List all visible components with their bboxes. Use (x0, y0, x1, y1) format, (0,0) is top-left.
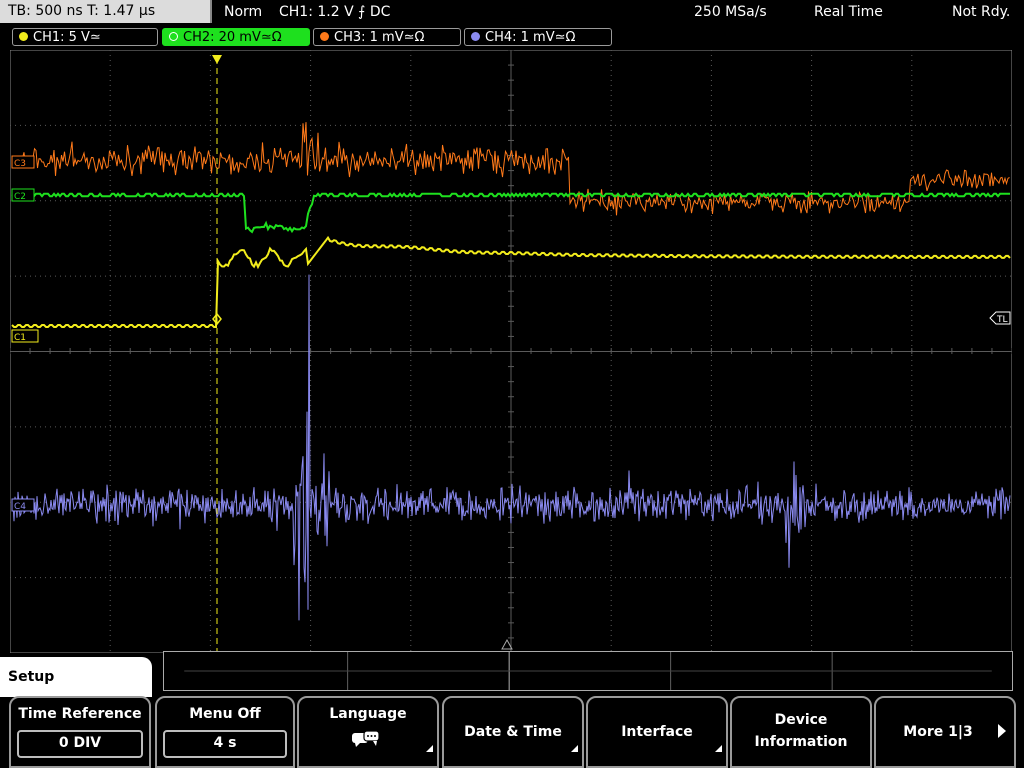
submenu-indicator-icon (571, 745, 578, 752)
channel-tab-label: CH2: 20 mV≃Ω (183, 30, 282, 45)
ch3-offset-marker[interactable]: C3 (11, 155, 35, 169)
menu-title: Setup (8, 669, 55, 685)
channel-tab-label: CH1: 5 V≃ (33, 30, 101, 45)
time-reference-softkey[interactable]: Time Reference 0 DIV (9, 696, 151, 768)
softkey-label: Menu Off (189, 706, 261, 722)
ch4-offset-marker[interactable]: C4 (11, 498, 35, 512)
device-information-softkey[interactable]: Device Information (730, 696, 872, 768)
language-softkey[interactable]: Language (297, 696, 439, 768)
status-bar: TB: 500 ns T: 1.47 µs Norm CH1: 1.2 V ⨍ … (0, 0, 1024, 24)
channel-tab-ch3[interactable]: CH3: 1 mV≃Ω (313, 28, 461, 46)
ch4-marker-label: C4 (14, 502, 26, 512)
softkey-label: Time Reference (18, 706, 142, 722)
menu-off-softkey[interactable]: Menu Off 4 s (155, 696, 295, 768)
trigger-mode[interactable]: Norm (224, 0, 262, 24)
speech-bubble-icon (352, 730, 380, 747)
ch2-offset-marker[interactable]: C2 (11, 188, 35, 202)
softkey-label: More 1|3 (903, 724, 973, 740)
horizontal-overview-strip (163, 651, 1013, 691)
ch3-marker-label: C3 (14, 159, 26, 169)
ch2-marker-label: C2 (14, 192, 26, 202)
acquisition-mode: Real Time (814, 4, 883, 20)
softkey-label: Date & Time (464, 724, 562, 740)
more-softkey[interactable]: More 1|3 (874, 696, 1016, 768)
channel-tab-label: CH4: 1 mV≃Ω (485, 30, 576, 45)
channel-tab-ch1[interactable]: CH1: 5 V≃ (12, 28, 158, 46)
channel-tab-label: CH3: 1 mV≃Ω (334, 30, 425, 45)
softkey-label-line2: Information (754, 734, 848, 750)
submenu-indicator-icon (426, 745, 433, 752)
softkey-label: Language (329, 706, 407, 722)
trigger-info[interactable]: CH1: 1.2 V ⨍ DC (279, 0, 390, 24)
time-reference-value: 0 DIV (17, 730, 143, 758)
ch1-marker-label: C1 (14, 333, 26, 343)
softkey-label-line1: Device (774, 712, 828, 728)
channel-tab-ch2[interactable]: CH2: 20 mV≃Ω (162, 28, 310, 46)
submenu-indicator-icon (715, 745, 722, 752)
softkey-label: Interface (621, 724, 693, 740)
timebase-readout[interactable]: TB: 500 ns T: 1.47 µs (0, 0, 212, 23)
ch4-dot-icon (471, 32, 480, 41)
ch3-dot-icon (320, 32, 329, 41)
ch1-offset-marker[interactable]: C1 (11, 329, 39, 343)
waveform-display[interactable]: C3 C2 C1 C4 TL (10, 50, 1012, 653)
sample-rate: 250 MSa/s (694, 4, 767, 20)
channel-tab-ch4[interactable]: CH4: 1 mV≃Ω (464, 28, 612, 46)
interface-softkey[interactable]: Interface (586, 696, 728, 768)
trigger-level-label: TL (996, 315, 1008, 325)
arrow-right-icon (998, 724, 1006, 738)
menu-title-tab: Setup (0, 657, 152, 697)
date-time-softkey[interactable]: Date & Time (442, 696, 584, 768)
menu-off-value: 4 s (163, 730, 287, 758)
acquisition-state: Not Rdy. (952, 4, 1011, 20)
ch2-dot-icon (169, 32, 178, 41)
ch1-dot-icon (19, 32, 28, 41)
